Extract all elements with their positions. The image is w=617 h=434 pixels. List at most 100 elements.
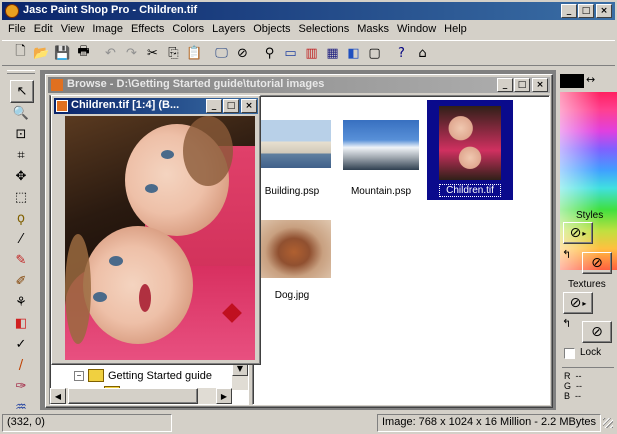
cut-icon[interactable]: ✂ <box>142 43 163 64</box>
zoom-tool-icon[interactable]: 🔍 <box>10 103 32 124</box>
paint-brush-icon[interactable]: ✎ <box>10 250 32 271</box>
thumbnail-label: Children.tif <box>439 184 501 197</box>
redo-icon[interactable]: ↷ <box>121 43 142 64</box>
photo-hair-bottom <box>65 234 91 344</box>
zoom-icon[interactable]: ⊘ <box>232 43 253 64</box>
photo-hair-top <box>183 116 233 186</box>
tree-scroll-left-button[interactable]: ◀ <box>50 388 66 404</box>
help-icon[interactable]: ? <box>391 43 412 64</box>
menu-image[interactable]: Image <box>88 21 127 38</box>
lock-label: Lock <box>580 347 602 358</box>
brush-icon[interactable]: ⚲ <box>259 43 280 64</box>
folder-icon <box>88 369 104 382</box>
menu-edit[interactable]: Edit <box>30 21 57 38</box>
background-style-button[interactable]: ⊘ <box>582 252 612 274</box>
clone-icon[interactable]: ✐ <box>10 271 32 292</box>
collapse-icon[interactable]: − <box>74 370 84 381</box>
thumbnail-children-selected[interactable]: Children.tif <box>427 100 513 200</box>
status-coords: (332, 0) <box>2 414 172 432</box>
retouch-icon[interactable]: ◧ <box>10 313 32 334</box>
background-texture-button[interactable]: ⊘ <box>582 321 612 343</box>
resize-grip-icon[interactable] <box>603 418 613 428</box>
status-image-info: Image: 768 x 1024 x 16 Million - 2.2 MBy… <box>377 414 601 432</box>
image-canvas[interactable] <box>65 116 255 360</box>
browse-close-button[interactable]: × <box>532 78 548 92</box>
tree-hscrollbar[interactable]: ◀ ▶ <box>50 388 232 404</box>
thumbnail-mountain[interactable] <box>343 120 419 170</box>
browse-maximize-button[interactable]: □ <box>514 78 530 92</box>
histogram-icon[interactable]: ▦ <box>322 43 343 64</box>
eraser-icon[interactable]: ✓ <box>10 334 32 355</box>
new-icon[interactable]: 🗋 <box>10 43 31 64</box>
menu-layers[interactable]: Layers <box>208 21 249 38</box>
swap-textures-icon[interactable]: ↰ <box>562 317 571 330</box>
mover-icon[interactable]: ✥ <box>10 166 32 187</box>
airbrush-icon[interactable]: ✑ <box>10 376 32 397</box>
thumbnail-label: Mountain.psp <box>350 186 412 197</box>
photo-eye-2 <box>145 184 158 193</box>
browse-icon-small <box>51 79 63 91</box>
crop-icon[interactable]: ⌗ <box>10 145 32 166</box>
color-palette: ↔ Styles ⊘ ▸ ↰ ⊘ Textures ⊘ ▸ ↰ ⊘ Lock R -… <box>558 70 617 410</box>
arrow-icon[interactable]: ↖ <box>10 80 34 103</box>
paste-icon[interactable]: 📋 <box>184 43 205 64</box>
lock-checkbox[interactable] <box>564 348 575 359</box>
overview-icon[interactable]: ▢ <box>364 43 385 64</box>
tree-scroll-right-button[interactable]: ▶ <box>216 388 232 404</box>
thumbnail-building[interactable] <box>257 120 331 168</box>
briefcase-icon[interactable]: ⌂ <box>412 43 433 64</box>
close-button[interactable]: × <box>596 4 612 18</box>
photo-eye-4 <box>93 292 107 302</box>
menu-file[interactable]: File <box>4 21 30 38</box>
layers-icon[interactable]: ◧ <box>343 43 364 64</box>
image-maximize-button[interactable]: □ <box>223 99 239 113</box>
photo-child-face-bottom <box>83 226 193 344</box>
foreground-style-button[interactable]: ⊘ ▸ <box>563 222 593 244</box>
selection-icon[interactable]: ⬚ <box>10 187 32 208</box>
menu-effects[interactable]: Effects <box>127 21 168 38</box>
image-close-button[interactable]: × <box>241 99 257 113</box>
menu-objects[interactable]: Objects <box>249 21 294 38</box>
toolbar-icon[interactable]: ▭ <box>280 43 301 64</box>
tool-palette: ↖ 🔍 ⊡ ⌗ ✥ ⬚ ϙ ⁄ ✎ ✐ ⚘ ◧ ✓ / ✑ ♒ <box>4 70 38 415</box>
app-title: Jasc Paint Shop Pro - Children.tif <box>23 4 198 16</box>
tree-item-getting-started[interactable]: − Getting Started guide <box>74 369 212 382</box>
rgb-readout: R -- G -- B -- <box>562 367 614 407</box>
thumbnail-dog[interactable] <box>257 220 331 278</box>
menu-window[interactable]: Window <box>393 21 440 38</box>
browse-title: Browse - D:\Getting Started guide\tutori… <box>67 78 325 90</box>
app-icon[interactable] <box>5 4 19 18</box>
tree-scroll-thumb[interactable] <box>68 388 198 404</box>
thumbnail-children[interactable] <box>439 106 501 180</box>
menu-help[interactable]: Help <box>440 21 471 38</box>
menu-selections[interactable]: Selections <box>295 21 354 38</box>
image-title-bar: Children.tif [1:4] (B... _ □ × <box>54 98 258 114</box>
deform-icon[interactable]: ⊡ <box>10 124 32 145</box>
menu-colors[interactable]: Colors <box>168 21 208 38</box>
thumbnail-pane[interactable]: Building.psp Mountain.psp Children.tif D… <box>252 95 550 405</box>
color-replacer-icon[interactable]: ⚘ <box>10 292 32 313</box>
swap-colors-icon[interactable]: ↔ <box>586 73 595 86</box>
minimize-button[interactable]: _ <box>561 4 577 18</box>
photo-eye-3 <box>109 256 123 266</box>
lasso-icon[interactable]: ϙ <box>10 208 32 229</box>
browse-icon[interactable]: 🖵 <box>211 43 232 64</box>
foreground-swatch[interactable] <box>560 74 584 88</box>
save-icon[interactable]: 💾 <box>52 43 73 64</box>
picture-tube-icon[interactable]: / <box>10 355 32 376</box>
print-icon[interactable]: 🖶 <box>73 43 94 64</box>
image-window[interactable]: Children.tif [1:4] (B... _ □ × <box>51 95 261 365</box>
maximize-button[interactable]: □ <box>578 4 594 18</box>
menu-view[interactable]: View <box>57 21 89 38</box>
undo-icon[interactable]: ↶ <box>100 43 121 64</box>
swap-styles-icon[interactable]: ↰ <box>562 248 571 261</box>
open-icon[interactable]: 📂 <box>31 43 52 64</box>
foreground-texture-button[interactable]: ⊘ ▸ <box>563 292 593 314</box>
copy-icon[interactable]: ⎘ <box>163 43 184 64</box>
dropper-icon[interactable]: ⁄ <box>10 229 32 250</box>
menu-masks[interactable]: Masks <box>353 21 393 38</box>
browse-minimize-button[interactable]: _ <box>497 78 513 92</box>
photo-mouth <box>139 284 151 312</box>
image-minimize-button[interactable]: _ <box>206 99 222 113</box>
palette-icon[interactable]: ▥ <box>301 43 322 64</box>
